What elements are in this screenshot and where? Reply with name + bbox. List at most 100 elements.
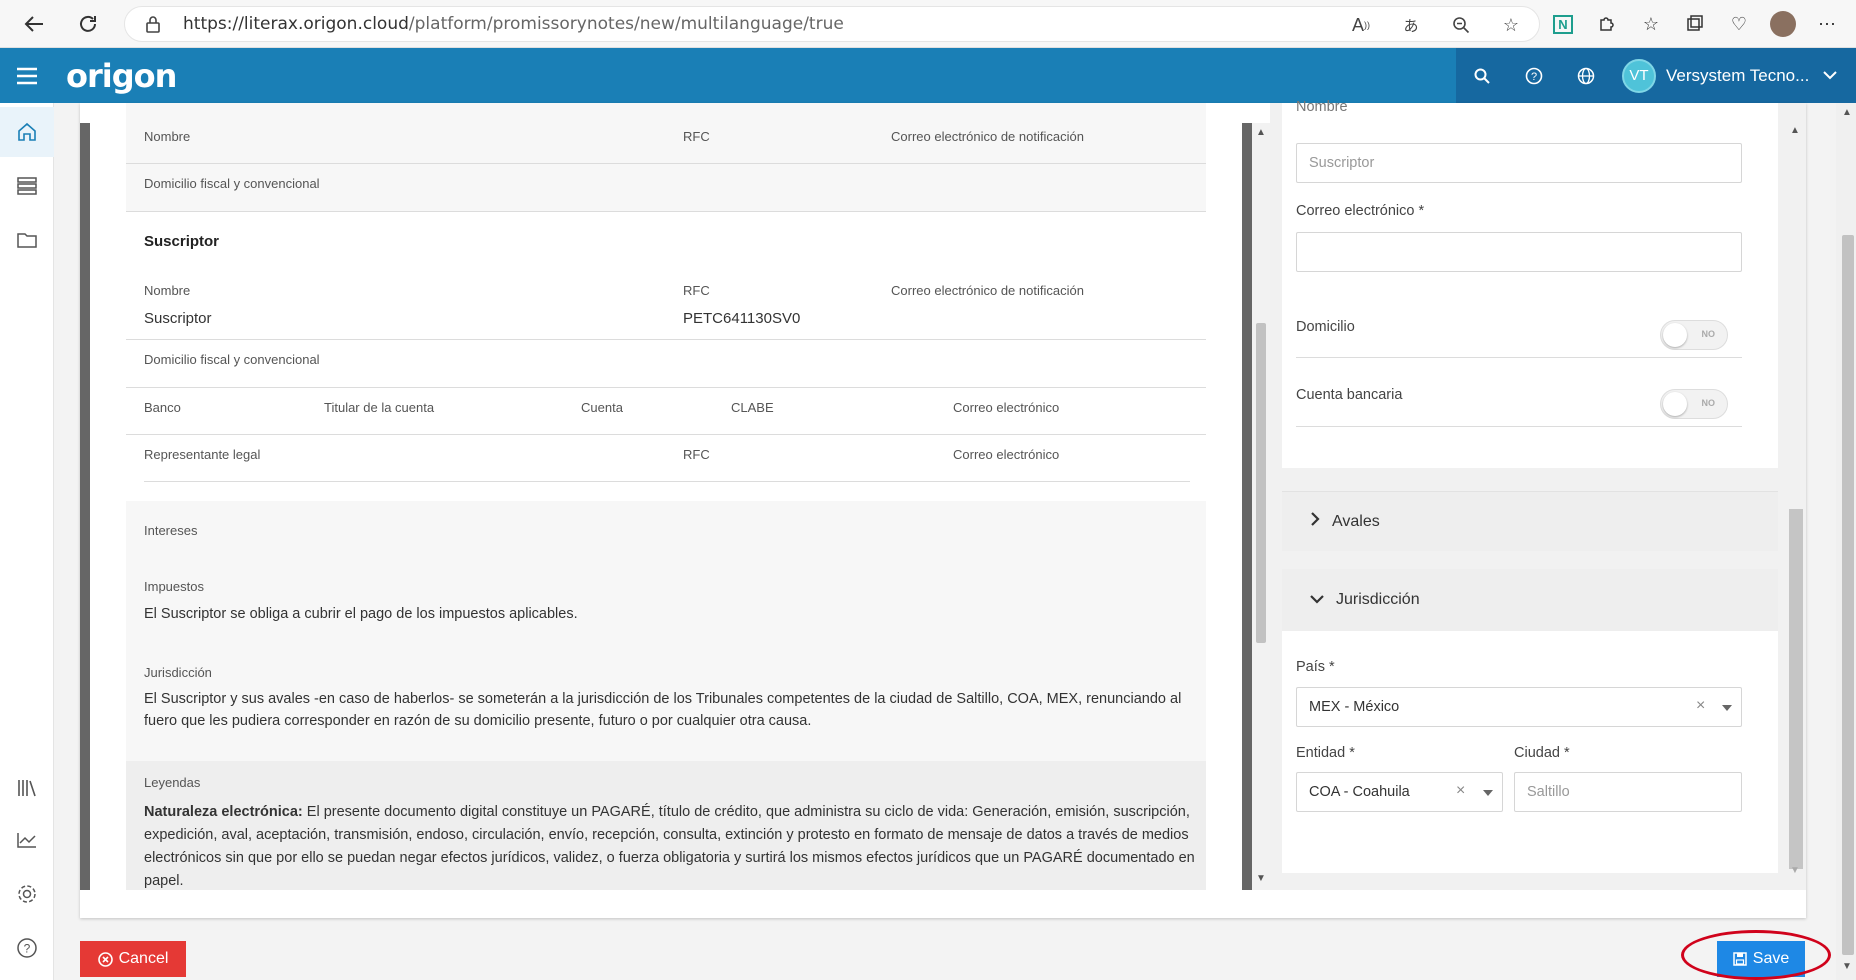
favorite-star-icon[interactable]: ☆ [1493, 7, 1529, 43]
collections-icon[interactable] [1676, 6, 1714, 42]
suscriptor-nombre-label: Nombre [144, 283, 191, 298]
avatar[interactable]: VT [1622, 58, 1656, 93]
divider [126, 387, 1206, 388]
list-icon[interactable] [0, 161, 54, 211]
divider [126, 434, 1206, 435]
suscriptor-nombre-value: Suscriptor [144, 310, 212, 327]
cancel-circle-icon [97, 951, 113, 967]
more-icon[interactable]: ⋯ [1808, 6, 1846, 42]
divider [126, 339, 1206, 340]
clabe-label: CLABE [731, 400, 774, 415]
chevron-right-icon [1310, 512, 1320, 531]
menu-icon[interactable] [0, 48, 54, 103]
suscriptor-input[interactable]: Suscriptor [1296, 143, 1742, 183]
chevron-down-icon[interactable] [1823, 67, 1838, 85]
back-icon[interactable] [16, 6, 52, 42]
scroll-up-arrow[interactable]: ▲ [1256, 127, 1266, 138]
page-scrollbar[interactable]: ▲ ▼ [1836, 103, 1856, 980]
representante-label: Representante legal [144, 447, 261, 462]
suscriptor-rfc-label: RFC [683, 283, 710, 298]
zoom-icon[interactable] [1443, 7, 1479, 43]
document-scrollbar[interactable]: ▲ ▼ [1252, 123, 1270, 890]
user-name[interactable]: Versystem Tecno... [1666, 66, 1809, 86]
performance-icon[interactable]: ♡ [1720, 6, 1758, 42]
document-scroll-thumb[interactable] [1256, 323, 1266, 643]
app-header: origon ? VT Versystem Tecno... [0, 48, 1856, 103]
divider [1296, 357, 1742, 358]
cuenta-bancaria-toggle[interactable]: NO [1660, 389, 1728, 419]
leyendas-label: Leyendas [144, 775, 201, 790]
url-host: https://literax.origon.cloud [183, 14, 409, 34]
leyendas-text-line4: papel. [144, 873, 184, 889]
leyendas-line1-text: El presente documento digital constituye… [302, 804, 1190, 820]
settings-icon[interactable] [0, 869, 54, 919]
lock-icon[interactable] [135, 6, 171, 42]
home-icon[interactable] [0, 107, 54, 157]
form-scroll-thumb[interactable] [1789, 509, 1803, 869]
ciudad-input[interactable]: Saltillo [1514, 772, 1742, 812]
leyendas-text-line3: electrónicos sin que por ello se puedan … [144, 850, 1195, 866]
help-icon[interactable]: ? [1508, 48, 1560, 103]
titular-label: Titular de la cuenta [324, 400, 435, 415]
browser-extensions: N ☆ ♡ ⋯ [1544, 6, 1856, 42]
chart-icon[interactable] [0, 815, 54, 865]
save-button[interactable]: Save [1717, 941, 1805, 977]
app-logo[interactable]: origon [66, 57, 177, 95]
scroll-down-arrow[interactable]: ▼ [1256, 873, 1266, 884]
banco-correo-label: Correo electrónico [953, 400, 1060, 415]
document-preview: Nombre RFC Correo electrónico de notific… [80, 103, 1270, 890]
form-scroll-up-arrow[interactable]: ▲ [1790, 125, 1800, 136]
profile-avatar-icon[interactable] [1764, 6, 1802, 42]
domicilio-label: Domicilio [1296, 319, 1355, 335]
browser-toolbar: https://literax.origon.cloud/platform/pr… [0, 0, 1856, 48]
accordion-jurisdiccion[interactable]: Jurisdicción [1282, 569, 1778, 631]
refresh-icon[interactable] [70, 6, 106, 42]
folder-icon[interactable] [0, 215, 54, 265]
page-scroll-down-arrow[interactable]: ▼ [1842, 961, 1852, 972]
nombre-label: Nombre [144, 129, 191, 144]
extension-n-icon[interactable]: N [1544, 6, 1582, 42]
library-icon[interactable] [0, 763, 54, 813]
pais-caret-icon[interactable] [1722, 705, 1732, 711]
svg-text:?: ? [24, 942, 31, 956]
globe-icon[interactable] [1560, 48, 1612, 103]
pais-select[interactable]: MEX - México [1296, 687, 1742, 727]
translate-icon[interactable]: あ [1393, 7, 1429, 43]
representante-correo-label: Correo electrónico [953, 447, 1060, 462]
cancel-button[interactable]: Cancel [80, 941, 186, 977]
rfc-label: RFC [683, 129, 710, 144]
read-aloud-icon[interactable]: A)) [1343, 7, 1379, 43]
toggle-state: NO [1701, 398, 1716, 408]
entidad-select[interactable]: COA - Coahuila [1296, 772, 1503, 812]
domicilio-toggle[interactable]: NO [1660, 320, 1728, 350]
help-circle-icon[interactable]: ? [0, 923, 54, 973]
correo-label: Correo electrónico * [1296, 203, 1425, 219]
cuenta-bancaria-label: Cuenta bancaria [1296, 387, 1403, 403]
form-scroll-down-arrow[interactable]: ▼ [1790, 865, 1800, 876]
form-panel: Nombre Suscriptor Correo electrónico * D… [1270, 99, 1806, 890]
address-bar[interactable]: https://literax.origon.cloud/platform/pr… [124, 6, 1540, 42]
jurisdiccion-text-line2: fuero que les pudiera corresponder en ra… [144, 713, 812, 729]
puzzle-icon[interactable] [1588, 6, 1626, 42]
page-scroll-thumb[interactable] [1842, 235, 1854, 955]
favorites-icon[interactable]: ☆ [1632, 6, 1670, 42]
entidad-caret-icon[interactable] [1483, 790, 1493, 796]
suscriptor-form-card: Nombre Suscriptor Correo electrónico * D… [1282, 99, 1778, 468]
clear-entidad-icon[interactable]: × [1456, 782, 1465, 800]
divider [144, 481, 1190, 482]
document-frame-right [1242, 123, 1252, 890]
correo-input[interactable] [1296, 232, 1742, 272]
cancel-label: Cancel [118, 950, 169, 967]
header-actions: ? VT Versystem Tecno... [1456, 48, 1856, 103]
form-scrollbar[interactable]: ▲ ▼ [1786, 123, 1804, 883]
save-label: Save [1752, 950, 1790, 967]
page-scroll-up-arrow[interactable]: ▲ [1842, 107, 1852, 118]
search-icon[interactable] [1456, 48, 1508, 103]
accordion-avales[interactable]: Avales [1282, 491, 1778, 551]
clear-pais-icon[interactable]: × [1696, 697, 1705, 715]
chevron-down-icon [1310, 591, 1324, 609]
divider [126, 211, 1206, 212]
divider [126, 163, 1206, 164]
jurisdiccion-title: Jurisdicción [1336, 591, 1420, 608]
toggle-knob [1663, 323, 1687, 347]
